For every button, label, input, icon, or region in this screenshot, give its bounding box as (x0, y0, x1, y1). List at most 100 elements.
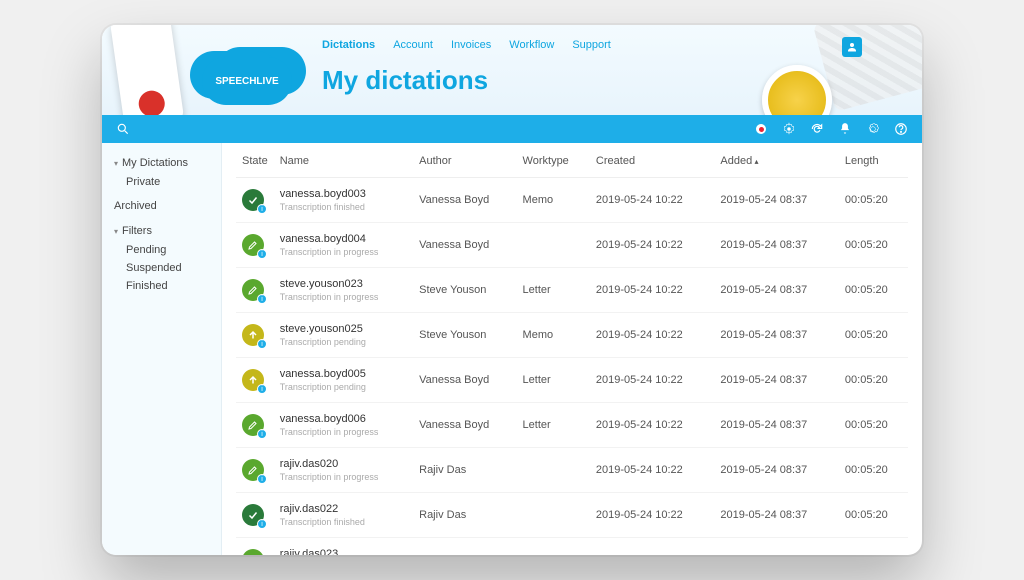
row-author: Rajiv Das (413, 493, 516, 538)
col-worktype[interactable]: Worktype (517, 143, 590, 178)
settings-gear-icon[interactable] (782, 122, 796, 136)
sidebar-group-filters[interactable]: Filters (102, 221, 221, 241)
user-icon (846, 41, 858, 53)
bell-icon[interactable] (838, 122, 852, 136)
info-dot-icon: i (257, 474, 267, 484)
row-length: 00:05:20 (839, 268, 908, 313)
info-dot-icon: i (257, 384, 267, 394)
row-created: 2019-05-24 10:22 (590, 448, 715, 493)
table-row[interactable]: ivanessa.boyd006Transcription in progres… (236, 403, 908, 448)
sidebar-item-finished[interactable]: Finished (102, 277, 221, 295)
content: StateNameAuthorWorktypeCreatedAddedLengt… (222, 143, 922, 555)
info-dot-icon: i (257, 204, 267, 214)
row-added: 2019-05-24 08:37 (714, 538, 839, 556)
main: My DictationsPrivate Archived FiltersPendi… (102, 143, 922, 555)
row-state-label: Transcription finished (280, 517, 407, 527)
help-icon[interactable] (894, 122, 908, 136)
nav-link-dictations[interactable]: Dictations (322, 39, 375, 51)
refresh-icon[interactable] (810, 122, 824, 136)
row-added: 2019-05-24 08:37 (714, 268, 839, 313)
row-worktype: Memo (517, 313, 590, 358)
search-icon[interactable] (116, 122, 130, 136)
row-state-label: Transcription in progress (280, 472, 407, 482)
row-length: 00:05:20 (839, 448, 908, 493)
sidebar-item-suspended[interactable]: Suspended (102, 259, 221, 277)
nav-link-invoices[interactable]: Invoices (451, 39, 491, 51)
row-state-label: Transcription in progress (280, 427, 407, 437)
table-row[interactable]: ivanessa.boyd004Transcription in progres… (236, 223, 908, 268)
row-author: Vanessa Boyd (413, 403, 516, 448)
col-length[interactable]: Length (839, 143, 908, 178)
nav-link-workflow[interactable]: Workflow (509, 39, 554, 51)
header: SPEECHLIVE Dictations Account Invoices Work… (102, 25, 922, 115)
info-dot-icon: i (257, 339, 267, 349)
info-dot-icon: i (257, 519, 267, 529)
row-state-label: Transcription pending (280, 382, 407, 392)
row-author: Vanessa Boyd (413, 223, 516, 268)
row-length: 00:05:20 (839, 493, 908, 538)
col-author[interactable]: Author (413, 143, 516, 178)
sidebar-item-archived[interactable]: Archived (102, 197, 221, 215)
table-row[interactable]: ivanessa.boyd005Transcription pendingVan… (236, 358, 908, 403)
row-author: Steve Youson (413, 313, 516, 358)
row-author: Vanessa Boyd (413, 178, 516, 223)
table-row[interactable]: isteve.youson025Transcription pendingSte… (236, 313, 908, 358)
table-row[interactable]: i rajiv.das022 Transcription finished Rajiv… (236, 493, 908, 538)
sidebar-item-private[interactable]: Private (102, 173, 221, 191)
row-added: 2019-05-24 08:37 (714, 403, 839, 448)
table-row[interactable]: irajiv.das023Transcription in progressRa… (236, 538, 908, 556)
sidebar: My DictationsPrivate Archived FiltersPendi… (102, 143, 222, 555)
state-progress-icon: i (242, 279, 264, 301)
state-finished-icon: i (242, 189, 264, 211)
user-badge[interactable] (842, 37, 862, 57)
nav-link-account[interactable]: Account (393, 39, 433, 51)
row-added: 2019-05-24 08:37 (714, 223, 839, 268)
sidebar-item-pending[interactable]: Pending (102, 241, 221, 259)
state-progress-icon: i (242, 414, 264, 436)
nav-links: Dictations Account Invoices Workflow Support (322, 39, 611, 51)
row-worktype (517, 493, 590, 538)
info-dot-icon: i (257, 429, 267, 439)
app-window: SPEECHLIVE Dictations Account Invoices Work… (102, 25, 922, 555)
row-name: vanessa.boyd004 (280, 233, 407, 245)
row-created: 2019-05-24 10:22 (590, 268, 715, 313)
row-added: 2019-05-24 08:37 (714, 493, 839, 538)
row-worktype: Letter (517, 268, 590, 313)
sidebar-group-my-dictations[interactable]: My Dictations (102, 153, 221, 173)
row-state-label: Transcription pending (280, 337, 407, 347)
state-finished-icon: i (242, 504, 264, 526)
nav-link-support[interactable]: Support (572, 39, 611, 51)
dictations-table: StateNameAuthorWorktypeCreatedAddedLengt… (236, 143, 908, 555)
state-progress-icon: i (242, 549, 264, 555)
row-worktype: Memo (517, 178, 590, 223)
row-name: rajiv.das020 (280, 458, 407, 470)
table-row[interactable]: ivanessa.boyd003Transcription finishedVa… (236, 178, 908, 223)
state-progress-icon: i (242, 459, 264, 481)
row-name: rajiv.das022 (280, 503, 407, 515)
table-header-row: StateNameAuthorWorktypeCreatedAddedLengt… (236, 143, 908, 178)
row-worktype: Letter (517, 358, 590, 403)
row-worktype: Letter (517, 403, 590, 448)
row-length: 00:05:20 (839, 538, 908, 556)
row-length: 00:05:20 (839, 313, 908, 358)
row-worktype (517, 448, 590, 493)
col-name[interactable]: Name (274, 143, 413, 178)
row-created: 2019-05-24 10:22 (590, 223, 715, 268)
cup-decoration (762, 65, 832, 115)
info-dot-icon: i (257, 294, 267, 304)
col-created[interactable]: Created (590, 143, 715, 178)
row-author: Vanessa Boyd (413, 358, 516, 403)
row-author: Rajiv Das (413, 538, 516, 556)
col-added[interactable]: Added (714, 143, 839, 178)
table-row[interactable]: isteve.youson023Transcription in progres… (236, 268, 908, 313)
row-worktype: Memo (517, 538, 590, 556)
state-progress-icon: i (242, 234, 264, 256)
gear-icon[interactable] (866, 122, 880, 136)
row-added: 2019-05-24 08:37 (714, 448, 839, 493)
col-state[interactable]: State (236, 143, 274, 178)
row-length: 00:05:20 (839, 358, 908, 403)
page-title: My dictations (322, 65, 488, 96)
table-row[interactable]: irajiv.das020Transcription in progressRa… (236, 448, 908, 493)
record-icon[interactable] (754, 122, 768, 136)
brand-logo: SPEECHLIVE (202, 57, 292, 105)
